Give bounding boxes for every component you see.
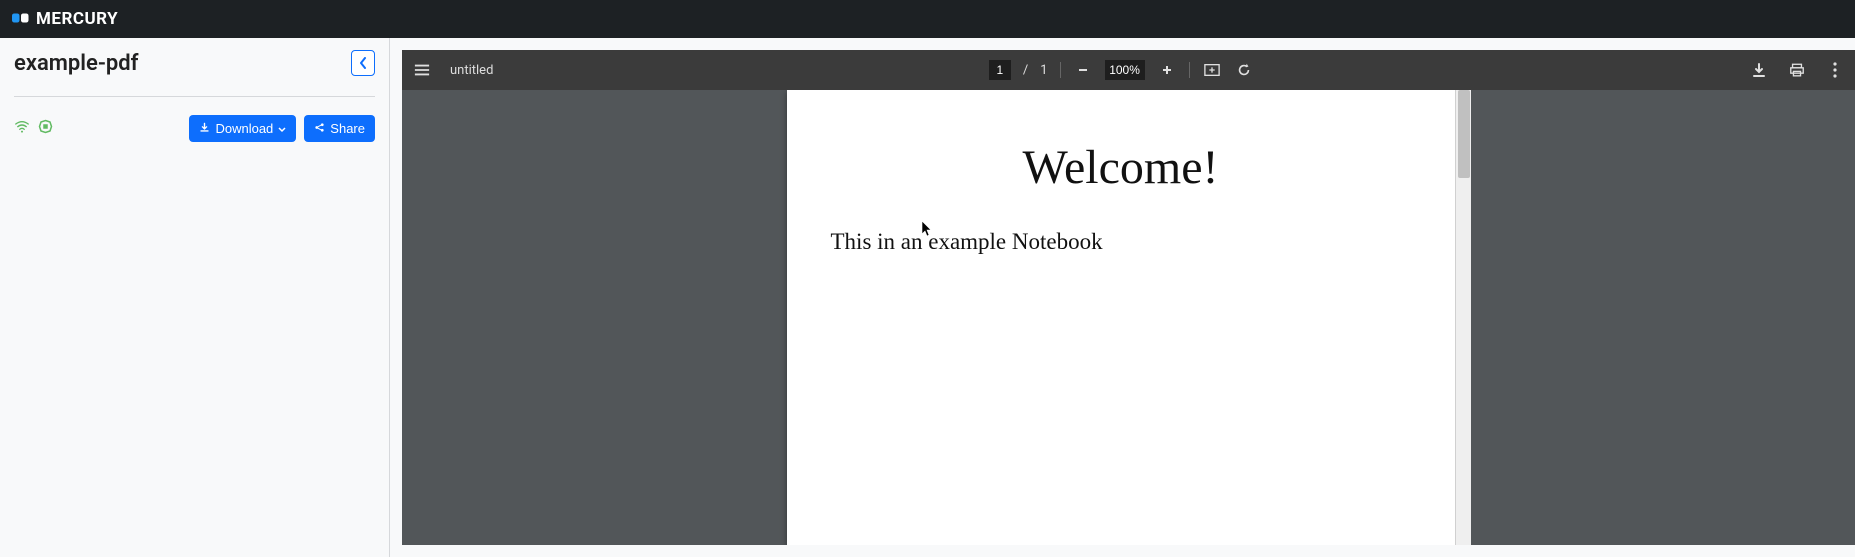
main-area: untitled / 1: [390, 38, 1855, 557]
divider: [14, 96, 375, 97]
page-heading: Welcome!: [831, 140, 1411, 195]
download-pdf-button[interactable]: [1749, 60, 1769, 80]
divider: [1060, 62, 1061, 78]
zoom-out-button[interactable]: [1073, 60, 1093, 80]
divider: [1189, 62, 1190, 78]
rotate-button[interactable]: [1234, 60, 1254, 80]
fit-page-button[interactable]: [1202, 60, 1222, 80]
mercury-logo-icon: [12, 12, 30, 26]
pdf-document-title: untitled: [450, 63, 493, 78]
caret-down-icon: [278, 121, 286, 136]
wifi-status-icon: [14, 119, 30, 138]
brand[interactable]: MERCURY: [12, 9, 118, 29]
pdf-viewer: untitled / 1: [402, 50, 1855, 545]
download-label: Download: [215, 121, 273, 136]
pdf-toolbar: untitled / 1: [402, 50, 1855, 90]
sidebar: example-pdf: [0, 38, 390, 557]
pdf-document-area[interactable]: Welcome! This in an example Notebook: [402, 90, 1855, 545]
share-button[interactable]: Share: [304, 115, 375, 142]
chevron-left-icon: [358, 54, 368, 73]
collapse-sidebar-button[interactable]: [351, 50, 375, 76]
page-number-input[interactable]: [989, 60, 1011, 80]
page-paragraph: This in an example Notebook: [831, 229, 1411, 255]
pdf-page: Welcome! This in an example Notebook: [787, 90, 1455, 545]
brand-name: MERCURY: [36, 9, 118, 29]
sidebar-title: example-pdf: [14, 51, 138, 76]
page-total: 1: [1040, 63, 1047, 78]
more-options-button[interactable]: [1825, 60, 1845, 80]
download-button[interactable]: Download: [189, 115, 296, 142]
print-button[interactable]: [1787, 60, 1807, 80]
page-separator: /: [1023, 63, 1028, 78]
zoom-level-input[interactable]: [1105, 60, 1145, 80]
menu-icon[interactable]: [412, 60, 432, 80]
zoom-in-button[interactable]: [1157, 60, 1177, 80]
share-label: Share: [330, 121, 365, 136]
stop-server-icon[interactable]: [38, 119, 53, 138]
share-icon: [314, 121, 325, 136]
vertical-scrollbar[interactable]: [1455, 90, 1471, 545]
app-topbar: MERCURY: [0, 0, 1855, 38]
download-icon: [199, 121, 210, 136]
